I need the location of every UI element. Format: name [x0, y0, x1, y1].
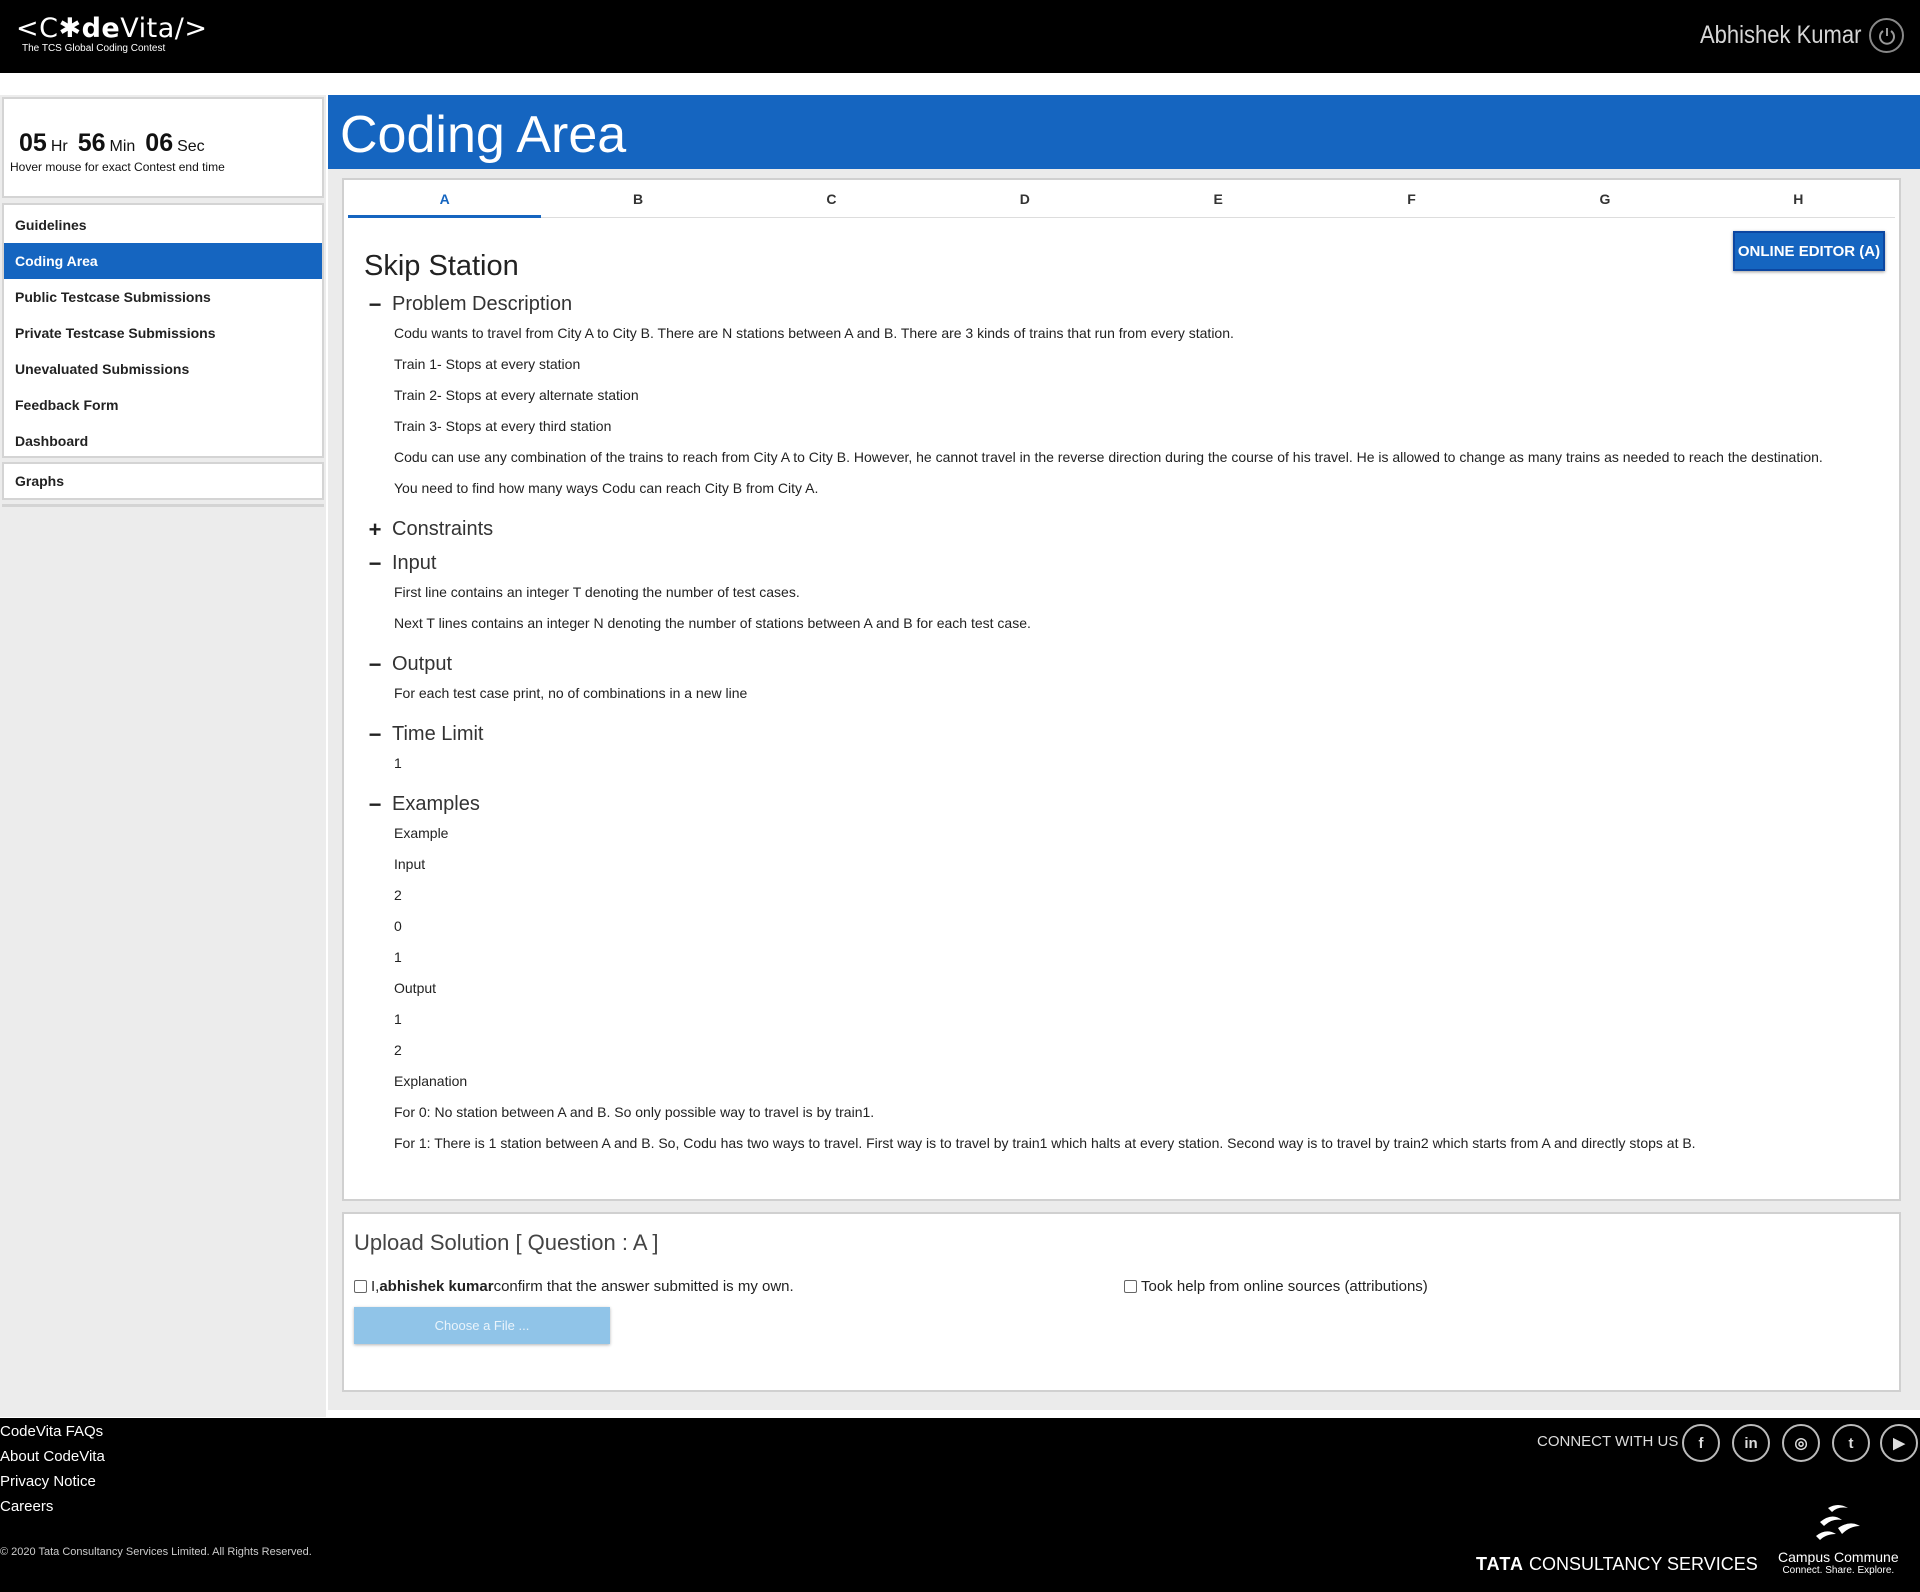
tab-c[interactable]: C [735, 180, 928, 217]
copyright: © 2020 Tata Consultancy Services Limited… [0, 1546, 312, 1558]
section-time-limit[interactable]: − Time Limit [366, 721, 484, 747]
contest-timer[interactable]: 05 Hr 56 Min 06 Sec Hover mouse for exact C… [2, 97, 324, 198]
page-title: Coding Area [340, 106, 627, 164]
problem-title: Skip Station [364, 250, 519, 282]
linkedin-icon[interactable]: in [1732, 1424, 1770, 1462]
sidebar-item-private-testcase-submissions[interactable]: Private Testcase Submissions [4, 315, 322, 351]
tab-h[interactable]: H [1702, 180, 1895, 217]
example-line: 1 [394, 949, 402, 965]
instagram-icon[interactable]: ◎ [1782, 1424, 1820, 1462]
description-line: Train 1- Stops at every station [394, 356, 581, 372]
example-line: 2 [394, 1042, 402, 1058]
example-line: Example [394, 825, 449, 841]
example-line: 1 [394, 1011, 402, 1027]
sidebar-item-dashboard[interactable]: Dashboard [4, 423, 322, 459]
tab-g[interactable]: G [1508, 180, 1701, 217]
campus-commune-icon [1816, 1505, 1861, 1540]
sidebar-item-public-testcase-submissions[interactable]: Public Testcase Submissions [4, 279, 322, 315]
sidebar-item-graphs[interactable]: Graphs [4, 464, 322, 498]
example-line: Input [394, 856, 426, 872]
problem-card: A B C D E F G H ONLINE EDITOR (A) Skip S… [342, 178, 1901, 1201]
online-editor-button[interactable]: ONLINE EDITOR (A) [1733, 231, 1885, 271]
top-header: <C✱deVita/> The TCS Global Coding Contes… [0, 0, 1920, 73]
upload-solution-card: Upload Solution [ Question : A ] I, abhi… [342, 1212, 1901, 1392]
collapse-icon: − [368, 550, 382, 576]
checkbox-icon[interactable] [1124, 1280, 1137, 1293]
timer-hint: Hover mouse for exact Contest end time [10, 160, 225, 174]
section-constraints[interactable]: + Constraints [366, 516, 494, 542]
time-limit-line: 1 [394, 755, 402, 771]
collapse-icon: − [368, 721, 382, 747]
facebook-icon[interactable]: f [1682, 1424, 1720, 1462]
tab-e[interactable]: E [1122, 180, 1315, 217]
description-line: Train 3- Stops at every third station [394, 418, 612, 434]
sidebar-item-guidelines[interactable]: Guidelines [4, 207, 322, 243]
footer-link-careers[interactable]: Careers [0, 1498, 53, 1515]
codevita-logo[interactable]: <C✱deVita/> The TCS Global Coding Contes… [16, 13, 207, 55]
tab-b[interactable]: B [541, 180, 734, 217]
sidebar-divider [2, 504, 324, 507]
checkbox-icon[interactable] [354, 1280, 367, 1293]
page-footer: CodeVita FAQs About CodeVita Privacy Not… [0, 1418, 1920, 1592]
example-line: Output [394, 980, 437, 996]
description-line: Codu can use any combination of the trai… [394, 449, 1823, 465]
description-line: Train 2- Stops at every alternate statio… [394, 387, 639, 403]
logo-star-icon: ✱ [58, 13, 82, 44]
confirm-own-checkbox[interactable]: I, abhishek kumar confirm that the answe… [354, 1278, 794, 1295]
upload-title: Upload Solution [ Question : A ] [354, 1230, 659, 1255]
footer-link-faqs[interactable]: CodeVita FAQs [0, 1423, 103, 1440]
collapse-icon: − [368, 651, 382, 677]
connect-with-us-label: CONNECT WITH US [1537, 1433, 1679, 1450]
section-problem-description[interactable]: − Problem Description [366, 291, 573, 317]
description-line: Codu wants to travel from City A to City… [394, 325, 1234, 341]
tab-f[interactable]: F [1315, 180, 1508, 217]
sidebar-nav: Guidelines Coding Area Public Testcase S… [2, 203, 324, 458]
timer-hours: 05 [19, 129, 47, 157]
example-line: 2 [394, 887, 402, 903]
user-area: Abhishek Kumar [1678, 18, 1904, 53]
question-tabs: A B C D E F G H [348, 180, 1895, 218]
input-line: Next T lines contains an integer N denot… [394, 615, 1031, 631]
twitter-icon[interactable]: t [1832, 1424, 1870, 1462]
example-line: 0 [394, 918, 402, 934]
sidebar: 05 Hr 56 Min 06 Sec Hover mouse for exact C… [0, 95, 326, 1417]
example-line: For 0: No station between A and B. So on… [394, 1104, 875, 1120]
coding-area-panel: Coding Area A B C D E F G H ONLINE EDITO… [328, 95, 1920, 1410]
logo-tagline: The TCS Global Coding Contest [22, 43, 166, 54]
timer-minutes: 56 [77, 129, 106, 157]
section-input[interactable]: − Input [366, 550, 437, 576]
sidebar-item-coding-area[interactable]: Coding Area [4, 243, 322, 279]
footer-link-about[interactable]: About CodeVita [0, 1448, 105, 1465]
example-line: For 1: There is 1 station between A and … [394, 1135, 1696, 1151]
logout-power-icon[interactable] [1869, 18, 1904, 53]
output-line: For each test case print, no of combinat… [394, 685, 748, 701]
tab-a[interactable]: A [348, 180, 542, 218]
expand-icon: + [368, 516, 382, 542]
tcs-logo: TATA CONSULTANCY SERVICES [1476, 1554, 1758, 1574]
section-output[interactable]: − Output [366, 653, 452, 676]
example-line: Explanation [394, 1073, 468, 1089]
collapse-icon: − [368, 791, 382, 817]
timer-seconds: 06 [145, 129, 174, 157]
tab-d[interactable]: D [928, 180, 1121, 217]
youtube-icon[interactable]: ▶ [1880, 1424, 1918, 1462]
sidebar-item-unevaluated-submissions[interactable]: Unevaluated Submissions [4, 351, 322, 387]
collapse-icon: − [368, 291, 382, 317]
confirm-user-name: abhishek kumar [379, 1278, 494, 1295]
choose-file-button[interactable]: Choose a File ... [354, 1307, 610, 1344]
footer-link-privacy[interactable]: Privacy Notice [0, 1473, 96, 1490]
input-line: First line contains an integer T denotin… [394, 584, 800, 600]
user-name: Abhishek Kumar [1699, 21, 1861, 49]
description-line: You need to find how many ways Codu can … [394, 480, 819, 496]
online-help-checkbox[interactable]: Took help from online sources (attributi… [1124, 1278, 1428, 1295]
campus-commune-logo[interactable]: Campus Commune Connect. Share. Explore. [1778, 1502, 1899, 1576]
section-examples[interactable]: − Examples [366, 793, 480, 816]
graphs-panel: Graphs [2, 462, 324, 500]
sidebar-item-feedback-form[interactable]: Feedback Form [4, 387, 322, 423]
